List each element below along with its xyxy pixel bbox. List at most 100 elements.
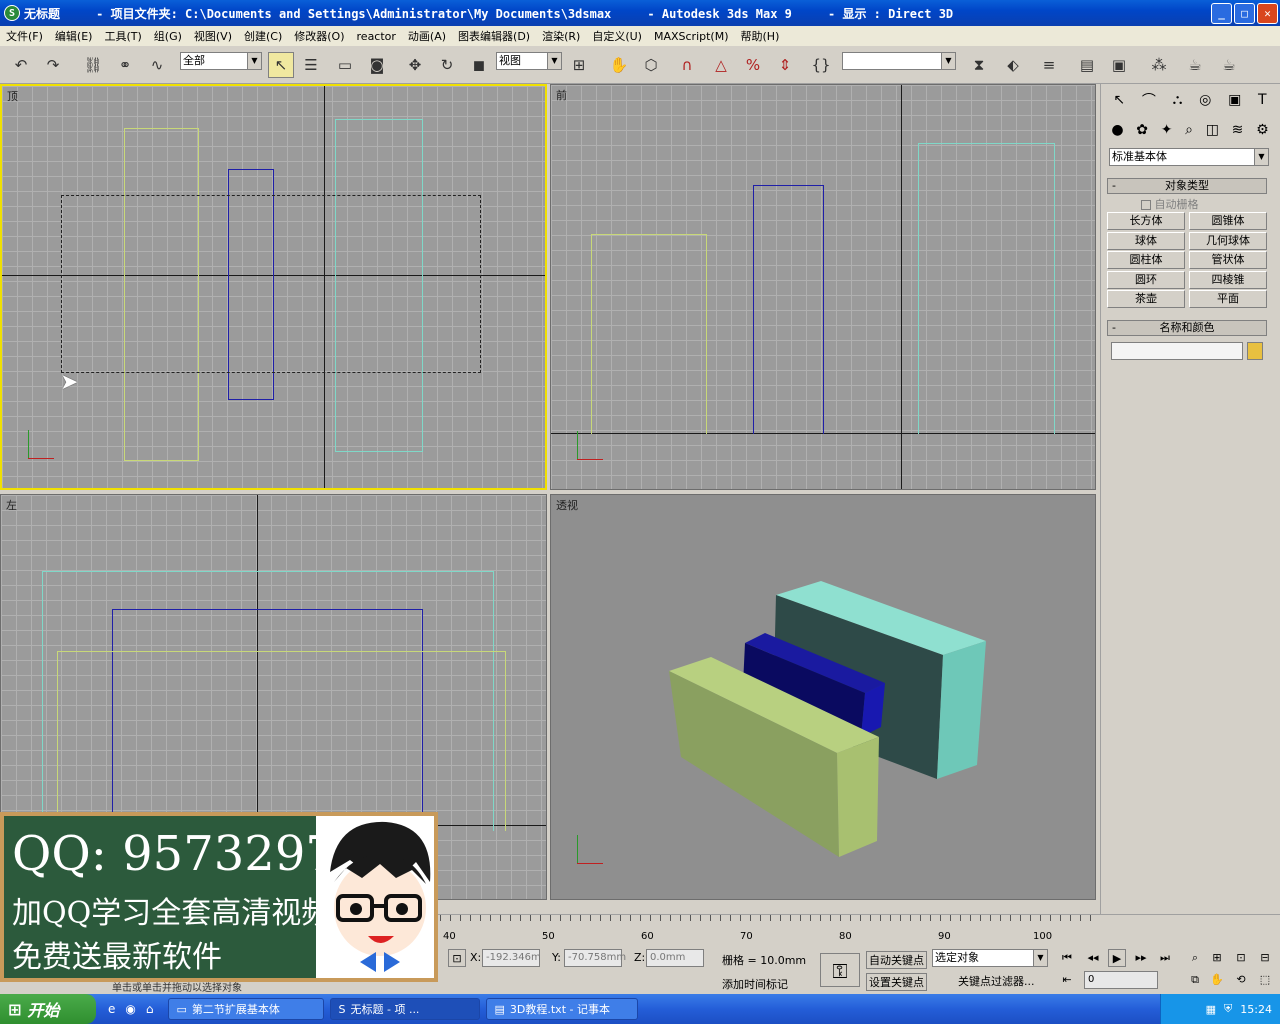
current-frame-input[interactable]: 0 [1084, 971, 1158, 989]
object-name-input[interactable] [1111, 342, 1243, 360]
object-color-swatch[interactable] [1247, 342, 1263, 360]
spinner-snap-icon[interactable]: ⇕ [772, 52, 798, 78]
rollout-name-color[interactable]: - 名称和颜色 [1107, 320, 1267, 336]
selection-filter-dropdown[interactable]: 全部 ▼ [180, 52, 262, 70]
zoom-extents-icon[interactable]: ⊡ [1232, 949, 1250, 967]
clock[interactable]: 15:24 [1240, 1003, 1272, 1016]
viewport-label[interactable]: 前 [556, 87, 567, 103]
pivot-center-icon[interactable]: ⊞ [566, 52, 592, 78]
mirror-icon[interactable]: ⧗ [966, 52, 992, 78]
goto-end-icon[interactable]: ⏭ [1156, 949, 1174, 967]
cameras-icon[interactable]: ⌕ [1185, 122, 1193, 138]
percent-snap-icon[interactable]: % [740, 52, 766, 78]
viewport-top[interactable]: 顶 ➤ [0, 84, 547, 490]
shapes-icon[interactable]: ✿ [1136, 122, 1148, 138]
snap-toggle-icon[interactable]: ∩ [674, 52, 700, 78]
key-filters-button[interactable]: 关键点过滤器... [958, 973, 1035, 989]
prev-frame-icon[interactable]: ◂◂ [1084, 949, 1102, 967]
goto-start-icon[interactable]: ⏮ [1058, 949, 1076, 967]
quick-render-icon[interactable]: ☕ [1216, 52, 1242, 78]
arc-rotate-icon[interactable]: ⟲ [1232, 971, 1250, 989]
absolute-mode-icon[interactable]: ⊡ [448, 949, 466, 967]
curve-editor-icon[interactable]: ▤ [1074, 52, 1100, 78]
utilities-tab-icon[interactable]: T [1258, 92, 1267, 108]
helpers-icon[interactable]: ◫ [1206, 122, 1219, 138]
viewport-perspective[interactable]: 透视 [550, 494, 1096, 900]
box-yellow[interactable] [57, 651, 506, 831]
region-zoom-icon[interactable]: ⧉ [1186, 971, 1204, 989]
align-icon[interactable]: ⬖ [1000, 52, 1026, 78]
schematic-view-icon[interactable]: ▣ [1106, 52, 1132, 78]
sphere-button[interactable]: 球体 [1107, 232, 1185, 250]
material-editor-icon[interactable]: ⁂ [1146, 52, 1172, 78]
geometry-category-dropdown[interactable]: 标准基本体 ▼ [1109, 148, 1269, 166]
zoom-all-icon[interactable]: ⊞ [1208, 949, 1226, 967]
rotate-icon[interactable]: ↻ [434, 52, 460, 78]
menu-modifiers[interactable]: 修改器(O) [288, 28, 350, 44]
edit-named-selection-icon[interactable]: {} [808, 52, 834, 78]
zoom-icon[interactable]: ⌕ [1186, 949, 1204, 967]
keyboard-shortcut-icon[interactable]: ⬡ [638, 52, 664, 78]
layer-manager-icon[interactable]: ≡ [1036, 52, 1062, 78]
box-blue[interactable] [753, 185, 824, 434]
ie-icon[interactable]: e [108, 1002, 115, 1016]
select-by-name-icon[interactable]: ☰ [298, 52, 324, 78]
menu-animation[interactable]: 动画(A) [402, 28, 452, 44]
start-button[interactable]: ⊞ 开始 [0, 994, 96, 1024]
key-mode-icon[interactable]: ⇤ [1058, 971, 1076, 989]
title-bar[interactable]: S 无标题 - 项目文件夹: C:\Documents and Settings… [0, 0, 1280, 26]
z-coordinate-input[interactable]: 0.0mm [646, 949, 704, 967]
task-3dsmax[interactable]: S 无标题 - 项 ... [329, 998, 480, 1020]
viewport-front[interactable]: 前 [550, 84, 1096, 490]
space-warps-icon[interactable]: ≋ [1232, 122, 1244, 138]
auto-key-button[interactable]: 自动关键点 [866, 951, 927, 969]
render-scene-icon[interactable]: ☕ [1182, 52, 1208, 78]
lights-icon[interactable]: ✦ [1161, 122, 1173, 138]
menu-edit[interactable]: 编辑(E) [49, 28, 99, 44]
hierarchy-tab-icon[interactable]: ⛬ [1173, 92, 1183, 108]
network-icon[interactable]: ▦ [1206, 1003, 1216, 1016]
scale-icon[interactable]: ◼ [466, 52, 492, 78]
menu-create[interactable]: 创建(C) [238, 28, 288, 44]
maximize-button[interactable]: □ [1234, 2, 1255, 24]
modify-tab-icon[interactable]: ⌒ [1142, 90, 1156, 110]
menu-graph-editors[interactable]: 图表编辑器(D) [452, 28, 536, 44]
viewport-label[interactable]: 顶 [7, 88, 18, 104]
select-link-icon[interactable]: ⛓ [80, 52, 106, 78]
minimize-button[interactable]: _ [1211, 2, 1232, 24]
torus-button[interactable]: 圆环 [1107, 271, 1185, 289]
auto-grid-checkbox[interactable]: 自动栅格 [1141, 196, 1199, 212]
menu-reactor[interactable]: reactor [351, 30, 402, 43]
redo-icon[interactable]: ↷ [40, 52, 66, 78]
rectangle-selection-icon[interactable]: ▭ [332, 52, 358, 78]
geosphere-button[interactable]: 几何球体 [1189, 232, 1267, 250]
window-crossing-icon[interactable]: ◙ [364, 52, 390, 78]
geometry-icon[interactable]: ● [1111, 122, 1123, 138]
menu-group[interactable]: 组(G) [148, 28, 188, 44]
desktop-icon[interactable]: ⌂ [146, 1002, 154, 1016]
teapot-button[interactable]: 茶壶 [1107, 290, 1185, 308]
undo-icon[interactable]: ↶ [8, 52, 34, 78]
media-icon[interactable]: ◉ [125, 1002, 135, 1016]
3dsmax-icon[interactable]: S [4, 5, 20, 21]
menu-view[interactable]: 视图(V) [188, 28, 238, 44]
motion-tab-icon[interactable]: ◎ [1199, 92, 1211, 108]
viewport-label[interactable]: 左 [6, 497, 17, 513]
menu-file[interactable]: 文件(F) [0, 28, 49, 44]
bind-space-warp-icon[interactable]: ∿ [144, 52, 170, 78]
menu-customize[interactable]: 自定义(U) [586, 28, 648, 44]
y-coordinate-input[interactable]: -70.758mm [564, 949, 626, 967]
select-object-icon[interactable]: ↖ [268, 52, 294, 78]
named-selection-dropdown[interactable]: ▼ [842, 52, 956, 70]
pyramid-button[interactable]: 四棱锥 [1189, 271, 1267, 289]
play-icon[interactable]: ▶ [1108, 949, 1126, 967]
add-time-tag-button[interactable]: 添加时间标记 [722, 976, 788, 992]
cone-button[interactable]: 圆锥体 [1189, 212, 1267, 230]
create-tab-icon[interactable]: ↖ [1113, 92, 1125, 108]
display-tab-icon[interactable]: ▣ [1228, 92, 1241, 108]
x-coordinate-input[interactable]: -192.346m [482, 949, 541, 967]
systems-icon[interactable]: ⚙ [1256, 122, 1269, 138]
box-cyan-side[interactable] [937, 641, 986, 779]
close-button[interactable]: ✕ [1257, 2, 1278, 24]
security-icon[interactable]: ⛨ [1224, 1002, 1232, 1016]
